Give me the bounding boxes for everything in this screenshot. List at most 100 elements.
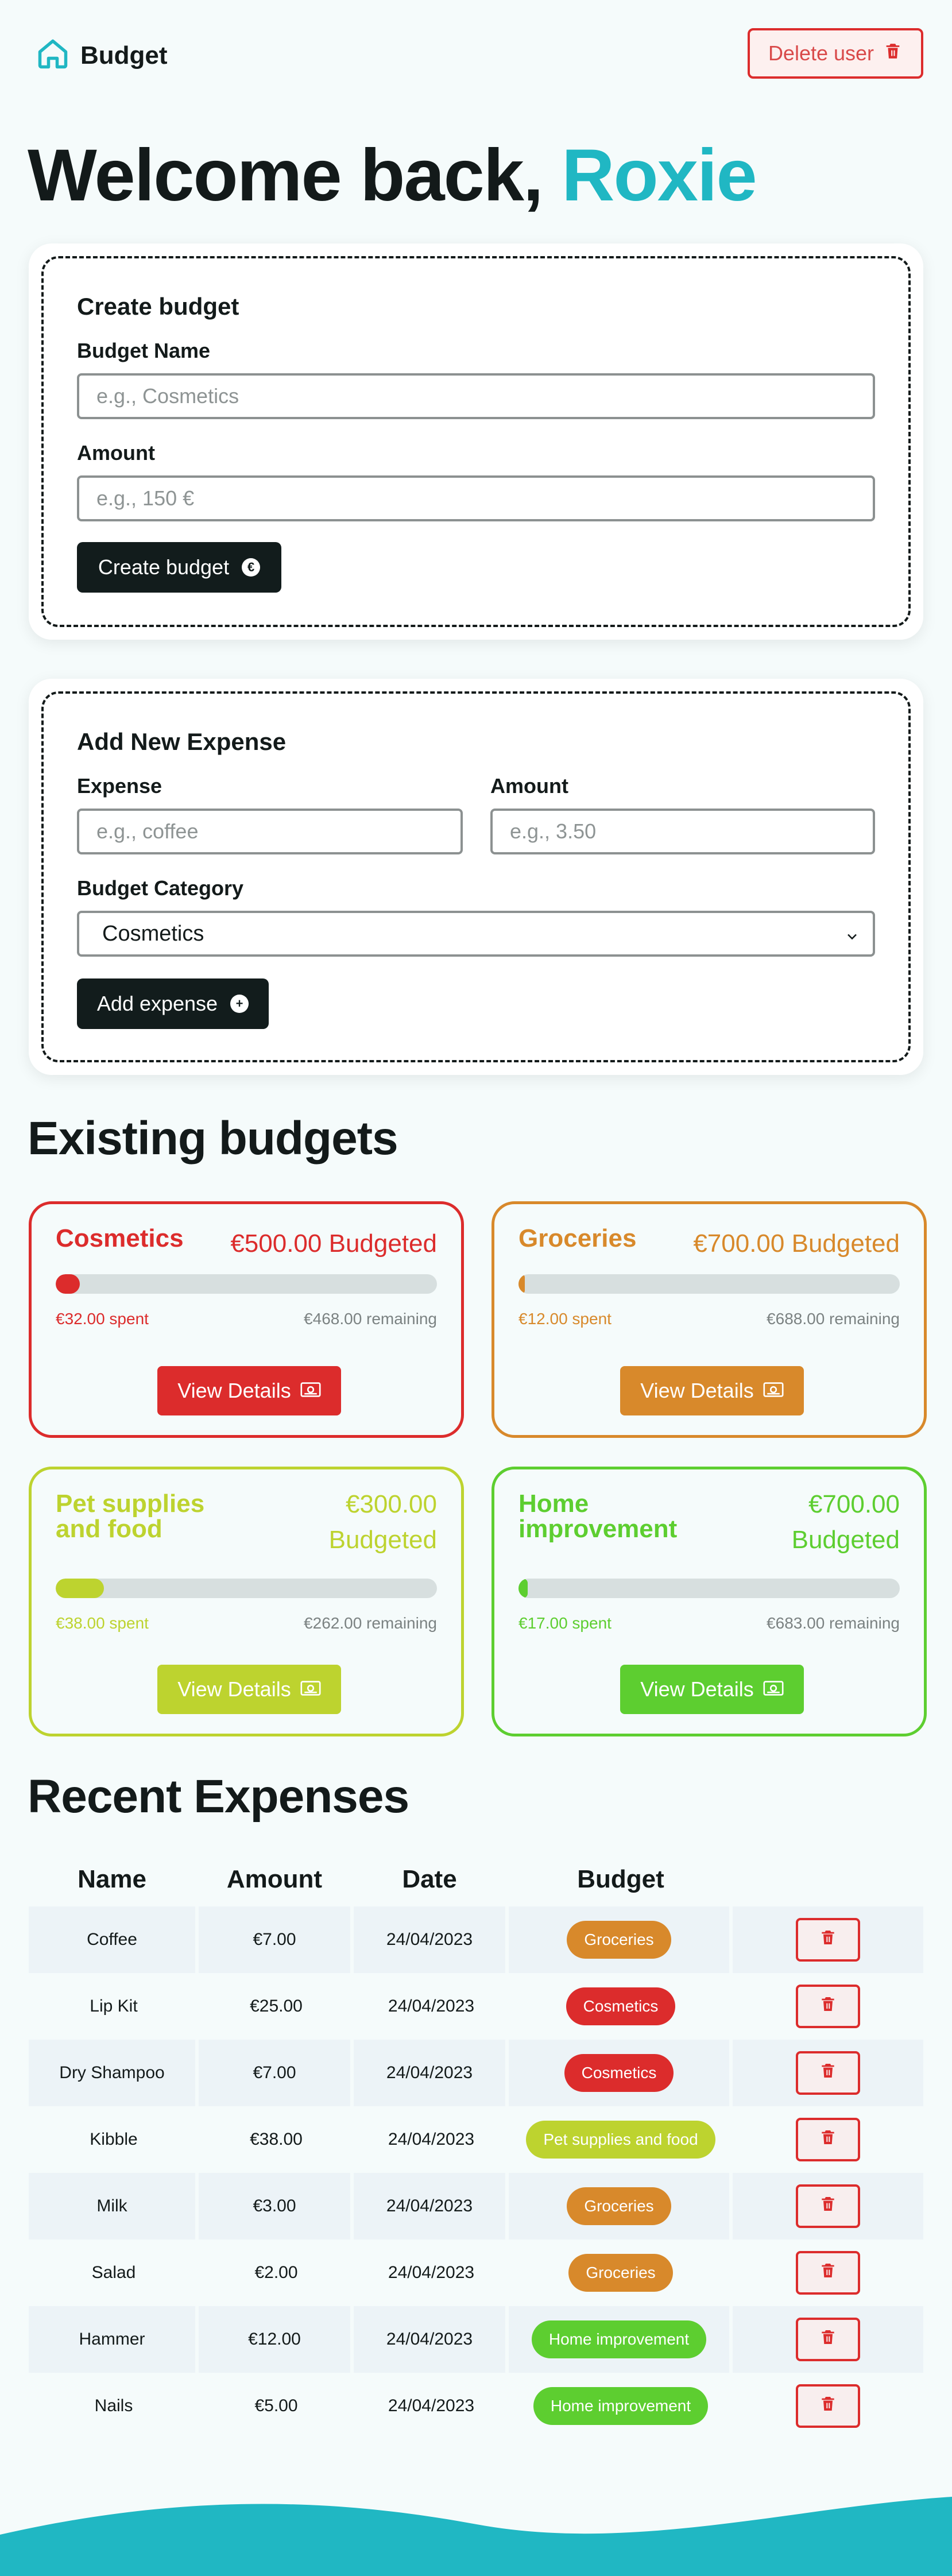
expense-date: 24/04/2023	[354, 2306, 509, 2373]
view-details-label: View Details	[177, 1379, 291, 1402]
budget-card: Pet supplies and food €300.00 Budgeted €38…	[29, 1467, 464, 1736]
expense-budget-cell: Cosmetics	[509, 1973, 733, 2040]
expense-name: Dry Shampoo	[29, 2040, 199, 2106]
view-details-label: View Details	[640, 1677, 754, 1701]
expense-amount-input[interactable]	[490, 809, 875, 854]
expense-name: Hammer	[29, 2306, 199, 2373]
budget-badge[interactable]: Groceries	[567, 2187, 671, 2225]
view-details-button[interactable]: View Details	[620, 1665, 804, 1714]
trash-icon	[819, 2261, 837, 2285]
trash-icon	[819, 2128, 837, 2152]
expense-name: Salad	[91, 2263, 136, 2282]
table-row: Hammer €12.00 24/04/2023 Home improvement	[29, 2306, 923, 2373]
budget-progress-bar	[518, 1579, 900, 1598]
budget-progress-fill	[518, 1579, 528, 1598]
view-details-label: View Details	[177, 1677, 291, 1701]
expense-amount: €12.00	[199, 2306, 354, 2373]
budget-badge[interactable]: Home improvement	[531, 2320, 707, 2358]
trash-icon	[819, 1994, 837, 2018]
budget-remaining: €683.00 remaining	[767, 1614, 900, 1632]
expense-amount: €7.00	[199, 2040, 354, 2106]
budget-name-input[interactable]	[77, 373, 875, 419]
expense-amount: €38.00	[250, 2130, 303, 2149]
table-row: Lip Kit €25.00 24/04/2023 Cosmetics	[29, 1973, 923, 2040]
budget-badge[interactable]: Pet supplies and food	[526, 2121, 715, 2159]
delete-expense-button[interactable]	[796, 2051, 860, 2095]
budget-spent: €32.00 spent	[56, 1310, 149, 1328]
budget-badge[interactable]: Cosmetics	[566, 1987, 676, 2025]
delete-user-button[interactable]: Delete user	[748, 28, 923, 79]
expenses-table-header: Name Amount Date Budget	[29, 1855, 923, 1901]
budget-progress-bar	[56, 1579, 437, 1598]
home-link[interactable]: Budget	[36, 37, 168, 74]
view-details-button[interactable]: View Details	[620, 1366, 804, 1415]
budget-spent: €38.00 spent	[56, 1614, 149, 1632]
budget-progress-bar	[518, 1274, 900, 1294]
delete-expense-button[interactable]	[796, 2118, 860, 2161]
view-details-label: View Details	[640, 1379, 754, 1402]
budget-badge[interactable]: Home improvement	[533, 2387, 709, 2425]
expense-date: 24/04/2023	[388, 1997, 475, 2016]
budget-card: Home improvement €700.00 Budgeted €17.00 s…	[492, 1467, 927, 1736]
header-date: Date	[402, 1865, 457, 1893]
budget-amount-input[interactable]	[77, 475, 875, 521]
expense-name: Nails	[94, 2396, 133, 2415]
budget-category-label: Budget Category	[77, 876, 244, 900]
expense-budget-cell: Groceries	[509, 1906, 733, 1973]
expense-amount-label: Amount	[490, 774, 568, 798]
expense-budget-cell: Home improvement	[509, 2373, 733, 2439]
trash-icon	[819, 2061, 837, 2085]
add-expense-title: Add New Expense	[77, 728, 287, 755]
budget-badge[interactable]: Groceries	[568, 2254, 673, 2292]
expense-actions	[733, 2373, 923, 2439]
header-amount: Amount	[226, 1865, 323, 1893]
expense-name-input[interactable]	[77, 809, 463, 854]
expense-amount: €3.00	[199, 2173, 354, 2240]
add-expense-card: Add New Expense Expense Amount Budget Ca…	[29, 679, 923, 1075]
budget-badge[interactable]: Cosmetics	[564, 2054, 674, 2092]
budget-amount: €500.00 Budgeted	[230, 1229, 437, 1258]
expense-name: Lip Kit	[90, 1997, 138, 2016]
budget-card: Cosmetics €500.00 Budgeted €32.00 spent €46…	[29, 1201, 464, 1438]
budget-progress-bar	[56, 1274, 437, 1294]
footer-wave	[0, 2497, 952, 2576]
budget-category-select[interactable]: Cosmetics	[77, 911, 875, 957]
trash-icon	[883, 41, 903, 66]
delete-expense-button[interactable]	[796, 2318, 860, 2361]
expense-name: Coffee	[29, 1906, 199, 1973]
budget-name-label: Budget Name	[77, 339, 211, 362]
create-budget-label: Create budget	[98, 555, 230, 579]
view-details-button[interactable]: View Details	[157, 1665, 341, 1714]
expense-amount: €7.00	[199, 1906, 354, 1973]
add-expense-button[interactable]: Add expense +	[77, 978, 269, 1029]
budget-card: Groceries €700.00 Budgeted €12.00 spent €68…	[492, 1201, 927, 1438]
chevron-down-icon	[844, 926, 860, 942]
banknote-icon	[300, 1379, 321, 1403]
expense-actions	[733, 2106, 923, 2173]
view-details-button[interactable]: View Details	[157, 1366, 341, 1415]
budget-spent: €12.00 spent	[518, 1310, 612, 1328]
table-row: Kibble €38.00 24/04/2023 Pet supplies and f…	[29, 2106, 923, 2173]
delete-expense-button[interactable]	[796, 1985, 860, 2028]
budget-amount-label: Amount	[77, 441, 155, 465]
budget-progress-fill	[56, 1579, 105, 1598]
expense-amount: €5.00	[254, 2396, 298, 2415]
delete-user-label: Delete user	[768, 41, 874, 65]
expense-amount: €2.00	[254, 2263, 298, 2282]
delete-expense-button[interactable]	[796, 2251, 860, 2295]
expense-date: 24/04/2023	[388, 2130, 475, 2149]
welcome-heading: Welcome back, Roxie	[28, 133, 757, 218]
delete-expense-button[interactable]	[796, 1918, 860, 1962]
delete-expense-button[interactable]	[796, 2384, 860, 2428]
budget-amount: €700.00 Budgeted	[693, 1229, 900, 1258]
add-expense-label: Add expense	[96, 992, 218, 1015]
delete-expense-button[interactable]	[796, 2184, 860, 2228]
expense-budget-cell: Groceries	[509, 2173, 733, 2240]
table-row: Coffee €7.00 24/04/2023 Groceries	[29, 1906, 923, 1973]
budget-spent: €17.00 spent	[518, 1614, 612, 1632]
budget-remaining: €262.00 remaining	[304, 1614, 437, 1632]
create-budget-button[interactable]: Create budget €	[77, 542, 281, 593]
user-name: Roxie	[562, 134, 757, 216]
table-row: Salad €2.00 24/04/2023 Groceries	[29, 2240, 923, 2306]
budget-badge[interactable]: Groceries	[567, 1921, 671, 1959]
